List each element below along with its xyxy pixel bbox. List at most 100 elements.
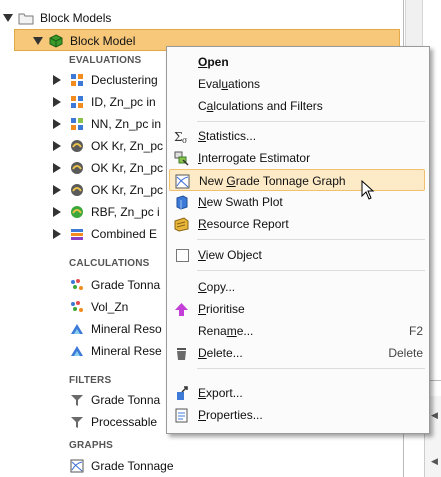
menu-item-delete[interactable]: Delete... Delete [167, 342, 429, 364]
properties-icon [175, 408, 188, 423]
export-icon [177, 386, 188, 400]
menu-item-interrogate-estimator[interactable]: Interrogate Estimator [167, 147, 429, 169]
arrow-up-icon [175, 303, 188, 316]
menu-item-calculations-and-filters[interactable]: Calculations and Filters [167, 95, 429, 117]
tree-item-label: Combined E [91, 227, 158, 241]
visibility-icon[interactable]: ◀ [431, 410, 438, 421]
tree-item-label: Mineral Rese [91, 344, 162, 358]
mnemonic: D [198, 346, 207, 360]
context-menu: Open Evaluations Calculations and Filter… [166, 46, 430, 434]
menu-item-evaluations[interactable]: Evaluations [167, 73, 429, 95]
tree-item-block-models[interactable]: Block Models [0, 7, 400, 29]
menu-item-label: Properties... [198, 404, 263, 426]
menu-item-prioritise[interactable]: Prioritise [167, 298, 429, 320]
menu-item-label: New Grade Tonnage Graph [199, 170, 346, 192]
expand-arrow-icon[interactable] [53, 207, 61, 217]
kriging-icon [71, 184, 83, 196]
nearest-neighbour-icon [71, 118, 83, 130]
collapse-arrow-icon[interactable] [33, 37, 43, 45]
mouse-cursor-icon [361, 180, 375, 200]
folder-icon [18, 13, 34, 25]
menu-item-label: Calculations and Filters [198, 95, 323, 117]
menu-item-label: Copy... [198, 276, 235, 298]
menu-separator [197, 121, 425, 122]
expand-arrow-icon[interactable] [53, 163, 61, 173]
menu-item-properties[interactable]: Properties... [167, 404, 429, 426]
expand-arrow-icon[interactable] [53, 75, 61, 85]
inverse-distance-icon [71, 96, 83, 108]
rbf-icon [71, 206, 83, 218]
expand-arrow-icon[interactable] [53, 185, 61, 195]
tree-item-label: Grade Tonnage [91, 459, 174, 473]
menu-item-export[interactable]: Export... [167, 382, 429, 404]
menu-item-resource-report[interactable]: Resource Report [167, 213, 429, 235]
tree-item-label: Grade Tonna [91, 393, 161, 407]
mnemonic: E [198, 386, 207, 400]
menu-item-label: Export... [198, 382, 243, 404]
tree-item-graph[interactable]: Grade Tonnage [0, 455, 200, 477]
classification-icon [71, 346, 83, 356]
mnemonic: S [198, 129, 207, 143]
tree-item-label: Block Model [70, 34, 136, 48]
expand-arrow-icon[interactable] [53, 141, 61, 151]
mnemonic: O [198, 55, 208, 69]
tree-item-label: OK Kr, Zn_pc [91, 161, 164, 175]
mnemonic: P [198, 302, 207, 316]
visibility-icon[interactable]: ◀ [431, 456, 438, 467]
label-suffix: tatistics... [206, 129, 257, 143]
menu-item-rename[interactable]: Rename... F2 [167, 320, 429, 342]
tree-item-label: Processable [91, 415, 158, 429]
label-suffix: esource Report [206, 217, 289, 231]
menu-item-copy[interactable]: Copy... [167, 276, 429, 298]
calculation-icon [71, 301, 83, 312]
section-graphs: GRAPHS [69, 440, 113, 451]
section-evaluations: EVALUATIONS [69, 55, 142, 66]
menu-item-open[interactable]: Open [167, 51, 429, 73]
statistics-icon: Σ σ [174, 130, 188, 144]
combined-estimator-icon [71, 229, 83, 240]
filter-icon [71, 417, 83, 428]
expand-arrow-icon[interactable] [53, 229, 61, 239]
menu-item-label: Evaluations [198, 73, 260, 95]
resource-report-icon [174, 217, 189, 232]
menu-item-new-grade-tonnage-graph[interactable]: New Grade Tonnage Graph [169, 169, 425, 191]
collapse-arrow-icon[interactable] [3, 14, 13, 22]
interrogate-icon [174, 151, 189, 166]
tree-item-label: ID, Zn_pc in [91, 95, 156, 109]
menu-item-label: View Object [198, 244, 262, 266]
kriging-icon [71, 140, 83, 152]
svg-text:σ: σ [182, 136, 188, 144]
mnemonic: N [198, 195, 207, 209]
section-calculations: CALCULATIONS [69, 258, 150, 269]
declustering-icon [71, 74, 83, 86]
menu-item-label: Delete... [198, 342, 243, 364]
label-suffix: rade Tonnage Graph [235, 174, 346, 188]
section-filters: FILTERS [69, 375, 112, 386]
mnemonic: C [198, 280, 207, 294]
label-suffix: iew Object [205, 248, 262, 262]
swath-plot-icon [176, 195, 188, 210]
label-suffix: elete... [206, 346, 243, 360]
menu-separator [197, 368, 425, 369]
label-suffix: rioritise [206, 302, 245, 316]
label-suffix: xport... [206, 386, 243, 400]
label-suffix: opy... [206, 280, 236, 294]
classification-icon [71, 324, 83, 334]
graph-icon [175, 174, 190, 189]
label-prefix: C [198, 99, 207, 113]
expand-arrow-icon[interactable] [53, 97, 61, 107]
tree-item-label: OK Kr, Zn_pc [91, 139, 164, 153]
mnemonic: R [198, 217, 207, 231]
menu-item-label: Rename... [198, 320, 253, 342]
expand-arrow-icon[interactable] [53, 119, 61, 129]
tree-item-label: Grade Tonna [91, 278, 161, 292]
menu-item-label: Statistics... [198, 125, 256, 147]
menu-item-new-swath-plot[interactable]: New Swath Plot [167, 191, 429, 213]
menu-separator [197, 239, 425, 240]
kriging-icon [71, 162, 83, 174]
mnemonic: P [198, 408, 207, 422]
checkbox-icon[interactable] [176, 249, 189, 262]
menu-item-statistics[interactable]: Σ σ Statistics... [167, 125, 429, 147]
menu-item-label: New Swath Plot [198, 191, 283, 213]
menu-item-view-object[interactable]: View Object [167, 244, 429, 266]
